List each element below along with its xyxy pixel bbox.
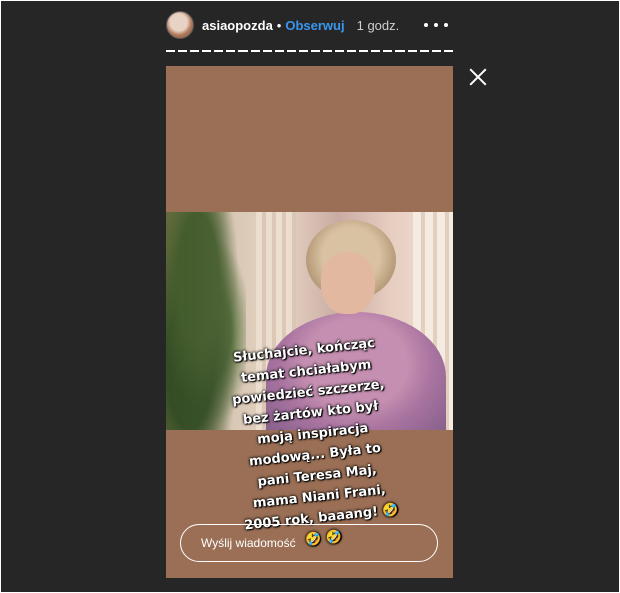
- close-icon[interactable]: [469, 68, 487, 86]
- progress-segment: [359, 50, 369, 52]
- progress-segment: [395, 50, 405, 52]
- progress-segment: [347, 50, 357, 52]
- progress-segment: [250, 50, 260, 52]
- progress-segment: [371, 50, 381, 52]
- progress-segment: [310, 50, 321, 52]
- progress-segment: [166, 50, 176, 52]
- progress-segment: [214, 50, 224, 52]
- progress-segment: [335, 50, 345, 52]
- progress-segment: [443, 50, 453, 52]
- post-time: 1 godz.: [356, 17, 400, 33]
- progress-segment: [383, 50, 393, 52]
- follow-button[interactable]: Obserwuj: [285, 18, 344, 33]
- person-face: [321, 252, 375, 314]
- story-header: asiaopozda • Obserwuj 1 godz.: [166, 10, 456, 40]
- progress-segment: [226, 50, 236, 52]
- progress-segment: [431, 50, 441, 52]
- progress-segment: [262, 50, 272, 52]
- send-message-input[interactable]: Wyślij wiadomość: [180, 524, 438, 562]
- progress-segment: [178, 50, 188, 52]
- separator-dot: •: [276, 17, 282, 33]
- progress-segment: [298, 50, 308, 52]
- avatar[interactable]: [166, 11, 194, 39]
- progress-segment: [190, 50, 200, 52]
- progress-segment: [202, 50, 212, 52]
- more-horizontal-icon[interactable]: [424, 16, 448, 34]
- progress-segment: [274, 50, 284, 52]
- progress-segment: [286, 50, 296, 52]
- username[interactable]: asiaopozda: [202, 18, 273, 33]
- progress-segment: [238, 50, 248, 52]
- story-progress-bar: [166, 50, 453, 52]
- progress-segment: [323, 50, 333, 52]
- story-frame[interactable]: Słuchajcie, kończąc temat chciałabym pow…: [166, 66, 453, 578]
- progress-segment: [419, 50, 429, 52]
- progress-segment: [407, 50, 417, 52]
